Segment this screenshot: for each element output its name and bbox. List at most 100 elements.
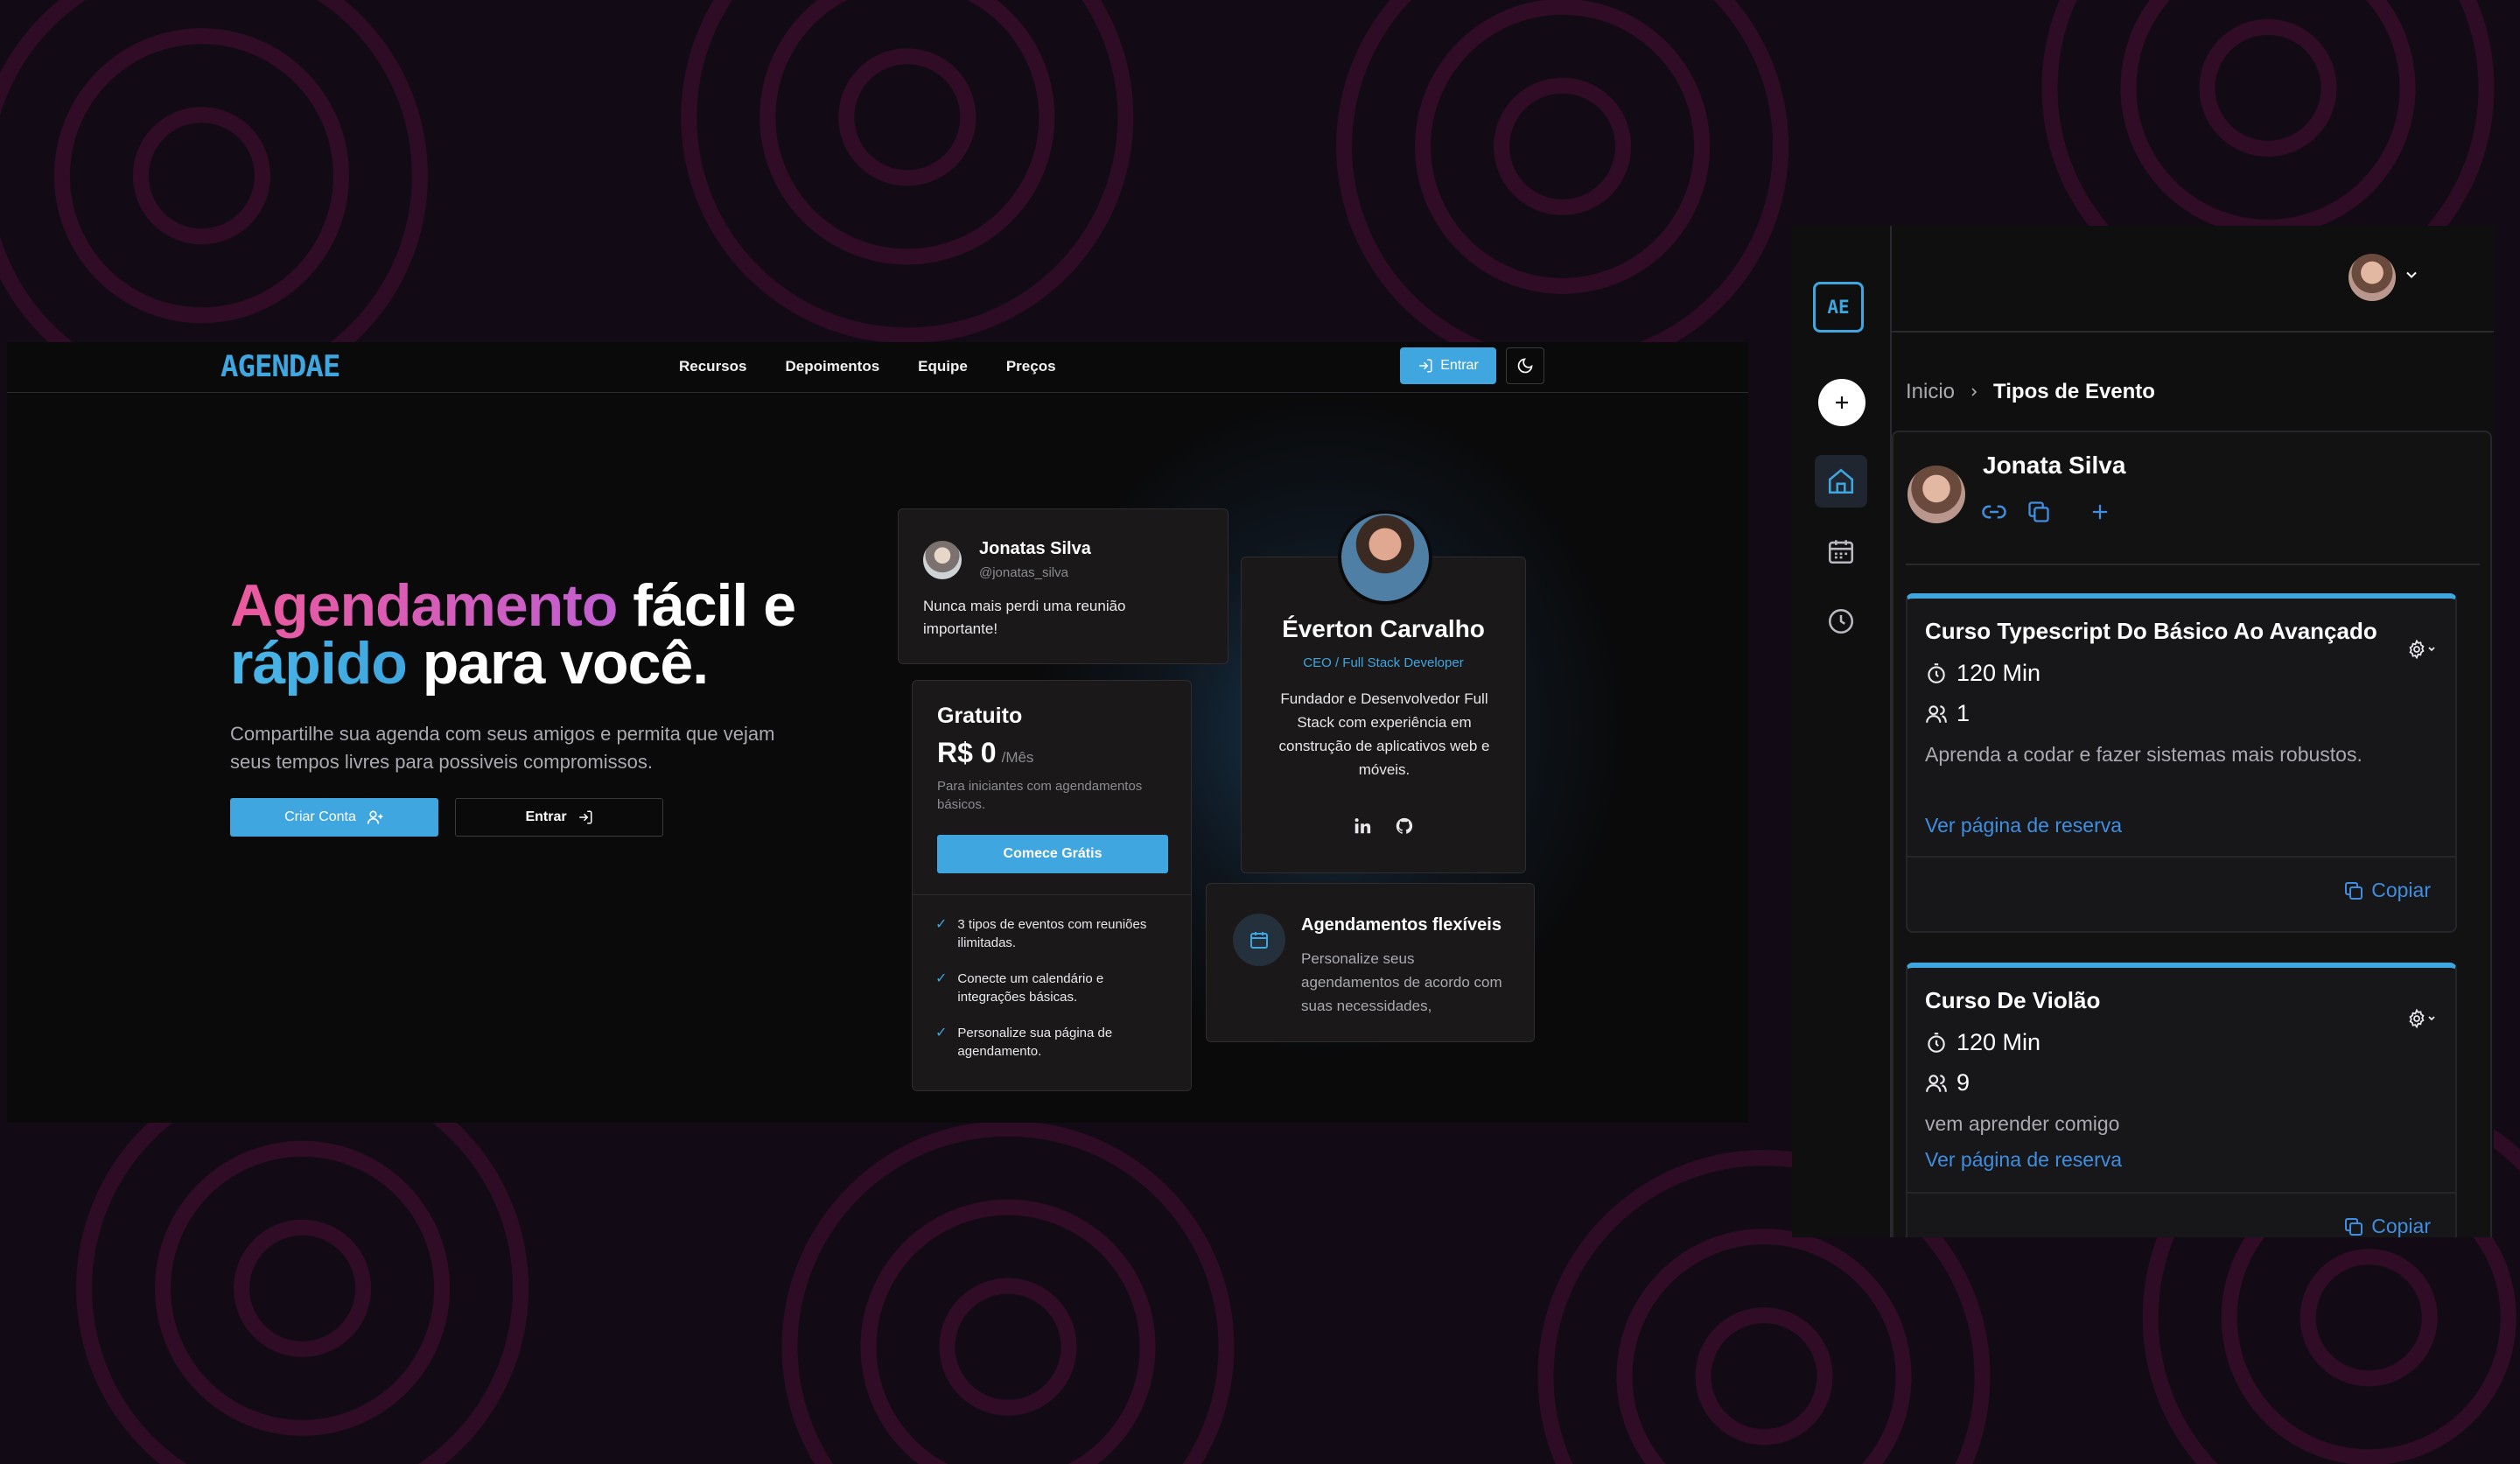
hero-title-highlight-1: Agendamento (230, 572, 618, 639)
team-member-bio: Fundador e Desenvolvedor Full Stack com … (1278, 690, 1490, 778)
feature-card: Agendamentos flexíveis Personalize seus … (1206, 883, 1535, 1042)
plan-price-period: /Mês (1001, 749, 1034, 766)
hero-title-part-1: fácil e (617, 572, 796, 639)
plan-feature: ✓ 3 tipos de eventos com reuniões ilimit… (935, 915, 1172, 952)
booking-page-link[interactable]: Ver página de reserva (1925, 1148, 2122, 1172)
entrar-hero-label: Entrar (525, 809, 567, 824)
copy-icon[interactable] (2026, 500, 2051, 524)
plan-feature-text: Personalize sua página de agendamento. (957, 1026, 1113, 1059)
event-types-panel: Jonata Silva Curso Typescript Do Básico … (1892, 431, 2492, 1237)
plus-icon[interactable] (2088, 500, 2112, 524)
entrar-button-hero[interactable]: Entrar (455, 798, 663, 837)
hero-title-highlight-2: rápido (230, 630, 408, 697)
login-icon (578, 809, 593, 825)
breadcrumb-current: Tipos de Evento (1993, 380, 2155, 403)
criar-conta-button[interactable]: Criar Conta (230, 798, 438, 837)
app-logo[interactable]: AE (1813, 282, 1864, 333)
clock-icon (1826, 606, 1856, 636)
hero-subtitle: Compartilhe sua agenda com seus amigos e… (230, 723, 775, 773)
settings-gear-icon[interactable] (2406, 1008, 2436, 1029)
calendar-icon (1826, 536, 1856, 566)
link-icon[interactable] (1981, 499, 2007, 525)
top-bar (1892, 226, 2494, 333)
check-icon: ✓ (935, 1026, 948, 1040)
entrar-button-label: Entrar (1440, 358, 1479, 373)
nav-link-precos[interactable]: Preços (1006, 358, 1056, 375)
plan-feature-text: 3 tipos de eventos com reuniões ilimitad… (957, 917, 1147, 950)
theme-toggle-button[interactable] (1506, 347, 1544, 384)
copy-icon (2343, 1216, 2364, 1237)
plan-feature: ✓ Conecte um calendário e integrações bá… (935, 970, 1172, 1006)
hero-title-part-2: para você. (406, 630, 709, 697)
event-type-card: Curso De Violão 120 Min 9 vem aprender c… (1906, 963, 2457, 1237)
event-title: Curso De Violão (1925, 987, 2101, 1013)
sidebar-item-home[interactable] (1815, 455, 1867, 508)
settings-gear-icon[interactable] (2406, 639, 2436, 660)
team-member-card: Éverton Carvalho CEO / Full Stack Develo… (1241, 510, 1526, 873)
dashboard-screenshot: AE Inicio Tipos de Evento Jonata Silva C… (1792, 226, 2494, 1237)
timer-icon (1925, 662, 1948, 685)
plan-price: R$ 0/Mês (937, 737, 1033, 769)
sidebar-item-history[interactable] (1815, 595, 1867, 648)
users-icon (1925, 703, 1948, 725)
chevron-down-icon[interactable] (2403, 266, 2420, 284)
event-attendees-value: 1 (1956, 700, 1970, 726)
timer-icon (1925, 1032, 1948, 1054)
divider (913, 894, 1191, 895)
breadcrumb: Inicio Tipos de Evento (1906, 380, 2155, 404)
calendar-icon (1233, 914, 1285, 966)
plan-price-value: R$ 0 (937, 737, 997, 768)
user-plus-icon (367, 809, 384, 826)
sidebar-item-calendar[interactable] (1815, 525, 1867, 578)
testimonial-name: Jonatas Silva (979, 539, 1091, 558)
breadcrumb-inicio[interactable]: Inicio (1906, 380, 1955, 404)
divider (1906, 564, 2480, 565)
plan-feature-text: Conecte um calendário e integrações bási… (957, 971, 1104, 1005)
create-event-button[interactable] (1818, 379, 1866, 426)
event-duration-value: 120 Min (1956, 660, 2041, 686)
event-duration: 120 Min (1925, 1029, 2040, 1056)
chevron-right-icon (1967, 385, 1981, 399)
copy-button[interactable]: Copiar (2343, 879, 2431, 902)
testimonial-text: Nunca mais perdi uma reunião importante! (923, 598, 1126, 637)
linkedin-icon[interactable] (1353, 816, 1372, 836)
sidebar: AE (1792, 226, 1892, 1237)
feature-title: Agendamentos flexíveis (1301, 915, 1502, 935)
event-title: Curso Typescript Do Básico Ao Avançado (1925, 618, 2377, 644)
check-icon: ✓ (935, 917, 948, 932)
team-member-avatar (1338, 510, 1432, 605)
team-member-name: Éverton Carvalho (1282, 615, 1485, 642)
event-duration-value: 120 Min (1956, 1029, 2041, 1055)
comece-gratis-button[interactable]: Comece Grátis (937, 835, 1168, 873)
event-description: Aprenda a codar e fazer sistemas mais ro… (1925, 743, 2362, 766)
copy-label: Copiar (2371, 1215, 2431, 1237)
users-icon (1925, 1072, 1948, 1095)
feature-text: Personalize seus agendamentos de acordo … (1301, 950, 1502, 1014)
github-icon[interactable] (1395, 816, 1414, 836)
nav-link-equipe[interactable]: Equipe (918, 358, 968, 375)
home-icon (1826, 466, 1856, 496)
nav-link-recursos[interactable]: Recursos (679, 358, 746, 375)
check-icon: ✓ (935, 971, 948, 986)
profile-actions (1981, 499, 2112, 525)
copy-button[interactable]: Copiar (2343, 1215, 2431, 1237)
testimonial-handle: @jonatas_silva (979, 565, 1068, 580)
criar-conta-label: Criar Conta (284, 809, 356, 824)
copy-label: Copiar (2371, 879, 2431, 901)
login-icon (1418, 358, 1433, 374)
hero-title: Agendamento fácil e rápido para você. (230, 576, 796, 693)
nav-link-depoimentos[interactable]: Depoimentos (785, 358, 879, 375)
event-type-card: Curso Typescript Do Básico Ao Avançado 1… (1906, 593, 2457, 933)
profile-avatar (1908, 466, 1965, 523)
divider (1908, 856, 2455, 858)
plan-feature: ✓ Personalize sua página de agendamento. (935, 1024, 1172, 1061)
booking-page-link[interactable]: Ver página de reserva (1925, 814, 2122, 837)
testimonial-avatar (923, 541, 962, 579)
plan-description: Para iniciantes com agendamentos básicos… (937, 779, 1143, 812)
profile-name: Jonata Silva (1983, 452, 2126, 479)
agendae-logo[interactable]: AGENDAE (220, 349, 340, 384)
plan-title: Gratuito (937, 704, 1023, 728)
nav-links: Recursos Depoimentos Equipe Preços (679, 358, 1056, 375)
user-avatar[interactable] (2348, 254, 2396, 301)
entrar-button-nav[interactable]: Entrar (1400, 347, 1496, 384)
